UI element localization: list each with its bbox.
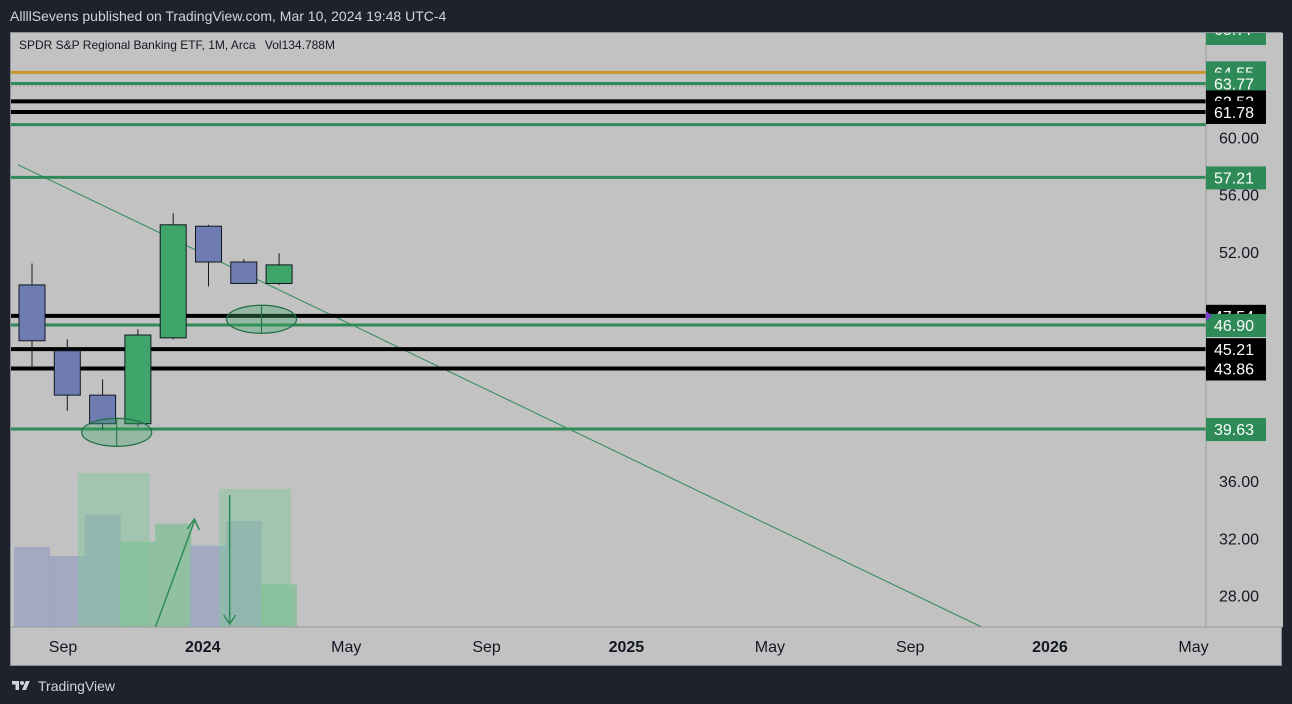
time-tick-label: May — [1178, 639, 1208, 656]
price-tag-partial-text: 65.77 — [1214, 33, 1254, 39]
time-tick-label: Sep — [896, 639, 925, 656]
time-tick-label: Sep — [472, 639, 501, 656]
price-tag-text: 57.21 — [1214, 170, 1254, 187]
volume-bar — [14, 546, 50, 627]
price-tag-text: 45.21 — [1214, 342, 1254, 359]
time-tick-label: 2025 — [609, 639, 645, 656]
volume-highlight — [77, 473, 150, 627]
price-tick-label: 32.00 — [1219, 531, 1259, 548]
footer-brand-label: TradingView — [38, 678, 116, 694]
candle-body[interactable] — [230, 261, 258, 284]
time-tick-label: Sep — [49, 639, 78, 656]
price-tag-text: 39.63 — [1214, 422, 1254, 439]
tradingview-logo-icon — [12, 681, 30, 690]
price-tick-label: 60.00 — [1219, 130, 1259, 147]
footer-brand[interactable]: TradingView — [10, 676, 115, 696]
symbol-description: SPDR S&P Regional Banking ETF, 1M, Arca — [19, 38, 256, 52]
price-tick-label: 52.00 — [1219, 245, 1259, 262]
time-tick-label: May — [755, 639, 785, 656]
chart-legend: SPDR S&P Regional Banking ETF, 1M, Arca … — [19, 38, 341, 52]
price-tag-text: 61.78 — [1214, 105, 1254, 122]
price-tick-label: 56.00 — [1219, 188, 1259, 205]
candle-body[interactable] — [195, 225, 222, 263]
time-tick-label: 2024 — [185, 639, 221, 656]
candle-body[interactable] — [18, 284, 46, 342]
candle-body[interactable] — [124, 334, 152, 425]
time-tick-label: May — [331, 639, 361, 656]
publisher-line: AllllSevens published on TradingView.com… — [0, 0, 1292, 32]
publisher-text: AllllSevens published on TradingView.com… — [10, 8, 447, 24]
price-tag-text: 46.90 — [1214, 318, 1254, 335]
price-chart[interactable]: 60.0056.0052.0036.0032.0028.0065.7764.55… — [11, 33, 1283, 667]
price-tag-text: 43.86 — [1214, 362, 1254, 379]
chart-frame[interactable]: 60.0056.0052.0036.0032.0028.0065.7764.55… — [10, 32, 1283, 667]
candle-body[interactable] — [53, 350, 81, 396]
candle-body[interactable] — [159, 224, 187, 339]
time-tick-label: 2026 — [1032, 639, 1068, 656]
price-tick-label: 36.00 — [1219, 474, 1259, 491]
price-tick-label: 28.00 — [1219, 589, 1259, 606]
volume-readout: Vol134.788M — [264, 38, 335, 52]
candle-body[interactable] — [265, 264, 293, 284]
